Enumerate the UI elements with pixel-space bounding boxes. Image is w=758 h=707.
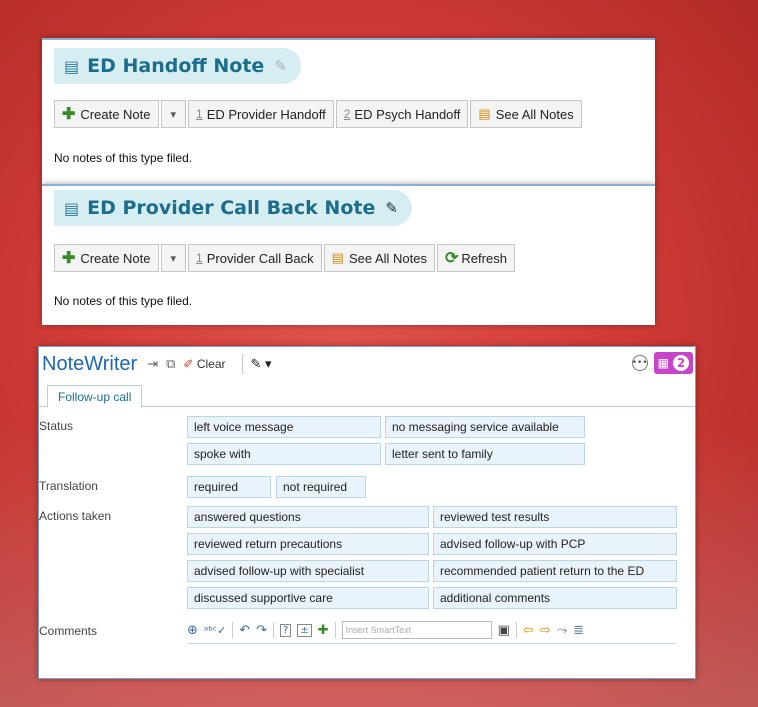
ed-callback-header: ▤ ED Provider Call Back Note ✎ — [54, 190, 412, 226]
toolbar-divider — [515, 622, 517, 638]
more-options-icon[interactable]: ••• — [631, 355, 648, 371]
notes-icon: ▤ — [478, 106, 491, 121]
undo-icon[interactable]: ↶ — [239, 623, 250, 638]
list-icon[interactable]: ≣ — [573, 623, 584, 638]
action-option[interactable]: discussed supportive care — [187, 587, 429, 609]
spellcheck-icon[interactable]: ᵃᵇᶜ✓ — [204, 624, 226, 637]
previous-field-icon[interactable]: ⇦ — [523, 623, 534, 638]
action-option[interactable]: reviewed return precautions — [187, 533, 429, 555]
eraser-icon: ✐ — [183, 357, 194, 371]
add-icon[interactable]: ✚ — [318, 623, 329, 638]
insert-link-icon[interactable]: ⤳ — [557, 623, 567, 638]
note-icon: ▤ — [64, 198, 80, 218]
refresh-icon: ⟳ — [445, 250, 459, 267]
action-option[interactable]: answered questions — [187, 506, 429, 528]
clear-label: Clear — [196, 357, 226, 371]
notification-count: 2 — [673, 355, 689, 371]
pencil-icon[interactable]: ✎ — [385, 199, 398, 217]
note-type-dropdown-button[interactable]: ▾ — [160, 100, 187, 128]
plus-icon: ✚ — [62, 250, 76, 267]
smartlink-icon[interactable]: ± — [297, 623, 312, 637]
redo-icon[interactable]: ↷ — [256, 623, 267, 638]
clapperboard-icon: ▦ — [657, 356, 669, 370]
translation-label: Translation — [39, 479, 98, 493]
smarttext-picker-icon[interactable]: ▣ — [498, 623, 510, 638]
toolbar-divider — [273, 622, 275, 638]
action-option[interactable]: advised follow-up with PCP — [433, 533, 677, 555]
tab-follow-up-call[interactable]: Follow-up call — [47, 385, 143, 408]
plus-icon: ✚ — [62, 106, 76, 123]
shortcut-number: 2 — [343, 107, 351, 121]
shortcut-number: 1 — [196, 251, 203, 265]
import-icon[interactable]: ⇥ — [147, 356, 158, 372]
create-note-label: Create Note — [80, 106, 151, 122]
toolbar-divider — [241, 354, 243, 374]
toolbar-divider — [232, 622, 234, 638]
action-option[interactable]: advised follow-up with specialist — [187, 560, 429, 582]
notewriter-panel: NoteWriter ⇥ ⧉ ✐ Clear ✎ ▾ ••• ▦ 2 Follo… — [38, 346, 696, 679]
ed-handoff-header: ▤ ED Handoff Note ✎ — [54, 48, 301, 84]
refresh-label: Refresh — [461, 250, 507, 266]
notewriter-right-tools: ••• ▦ 2 — [631, 352, 693, 374]
pencil-dropdown-icon[interactable]: ✎ ▾ — [251, 356, 272, 372]
translation-option[interactable]: required — [187, 476, 271, 498]
status-option[interactable]: letter sent to family — [385, 443, 585, 465]
actions-taken-label: Actions taken — [39, 509, 112, 523]
ed-provider-handoff-label: ED Provider Handoff — [206, 106, 326, 122]
empty-notes-message: No notes of this type filed. — [54, 294, 193, 308]
action-option[interactable]: recommended patient return to the ED — [433, 560, 677, 582]
status-option[interactable]: left voice message — [187, 416, 381, 438]
create-note-button[interactable]: ✚ Create Note — [54, 100, 159, 128]
ed-callback-title: ED Provider Call Back Note — [87, 197, 376, 219]
notifications-badge[interactable]: ▦ 2 — [653, 352, 693, 374]
next-field-icon[interactable]: ⇨ — [540, 623, 551, 638]
clear-button[interactable]: ✐ Clear — [183, 357, 225, 371]
comments-toolbar: ⊕ ᵃᵇᶜ✓ ↶ ↷ ? ± ✚ Insert SmartText ▣ ⇦ ⇨ … — [187, 619, 677, 641]
status-option[interactable]: no messaging service available — [385, 416, 585, 438]
find-icon[interactable]: ⊕ — [187, 623, 198, 638]
status-label: Status — [39, 419, 74, 433]
comments-label: Comments — [39, 624, 98, 638]
ed-handoff-title: ED Handoff Note — [87, 55, 265, 77]
pencil-icon[interactable]: ✎ — [274, 57, 287, 75]
notewriter-toolbar: NoteWriter ⇥ ⧉ ✐ Clear ✎ ▾ ••• ▦ 2 — [39, 347, 695, 381]
comments-textarea[interactable] — [187, 643, 677, 673]
chevron-down-icon: ▾ — [170, 252, 177, 265]
see-all-notes-label: See All Notes — [495, 106, 574, 122]
chevron-down-icon: ▾ — [170, 108, 177, 121]
notewriter-tabs: Follow-up call — [39, 381, 695, 408]
smarttext-placeholder: Insert SmartText — [345, 625, 412, 635]
smarttext-input[interactable]: Insert SmartText — [341, 621, 492, 639]
provider-call-back-label: Provider Call Back — [206, 250, 314, 266]
copy-icon[interactable]: ⧉ — [166, 356, 175, 372]
see-all-notes-label: See All Notes — [348, 250, 427, 266]
see-all-notes-button[interactable]: ▤ See All Notes — [470, 100, 582, 128]
shortcut-number: 1 — [196, 107, 203, 121]
note-icon: ▤ — [64, 56, 80, 76]
refresh-button[interactable]: ⟳ Refresh — [437, 244, 515, 272]
provider-call-back-button[interactable]: 1 Provider Call Back — [188, 244, 322, 272]
empty-notes-message: No notes of this type filed. — [54, 151, 193, 165]
see-all-notes-button[interactable]: ▤ See All Notes — [323, 244, 435, 272]
create-note-label: Create Note — [80, 250, 151, 266]
ed-callback-panel: ▤ ED Provider Call Back Note ✎ ✚ Create … — [42, 184, 655, 325]
ed-psych-handoff-label: ED Psych Handoff — [354, 106, 461, 122]
ed-psych-handoff-button[interactable]: 2 ED Psych Handoff — [335, 100, 469, 128]
action-option[interactable]: additional comments — [433, 587, 677, 609]
status-option[interactable]: spoke with — [187, 443, 381, 465]
notewriter-title: NoteWriter — [42, 352, 138, 375]
ed-provider-handoff-button[interactable]: 1 ED Provider Handoff — [188, 100, 334, 128]
note-type-dropdown-button[interactable]: ▾ — [160, 244, 187, 272]
help-box-icon[interactable]: ? — [280, 623, 292, 637]
ed-handoff-toolbar: ✚ Create Note ▾ 1 ED Provider Handoff 2 … — [54, 100, 582, 128]
ed-handoff-panel: ▤ ED Handoff Note ✎ ✚ Create Note ▾ 1 ED… — [42, 38, 655, 184]
ed-callback-toolbar: ✚ Create Note ▾ 1 Provider Call Back ▤ S… — [54, 244, 515, 272]
action-option[interactable]: reviewed test results — [433, 506, 677, 528]
toolbar-divider — [334, 622, 336, 638]
translation-option[interactable]: not required — [276, 476, 366, 498]
create-note-button[interactable]: ✚ Create Note — [54, 244, 159, 272]
notes-icon: ▤ — [331, 250, 344, 265]
